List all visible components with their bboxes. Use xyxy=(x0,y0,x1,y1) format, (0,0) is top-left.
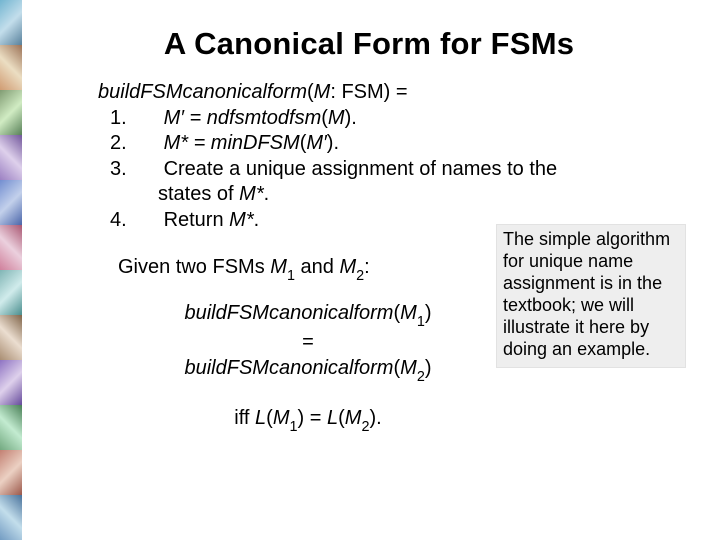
algorithm-step-3-cont: states of M*. xyxy=(158,182,518,208)
equality-rhs: buildFSMcanonicalform(M2) xyxy=(118,355,498,385)
slide-content: A Canonical Form for FSMs buildFSMcanoni… xyxy=(30,0,720,540)
algorithm-step-2: 2. M* = minDFSM(M′). xyxy=(134,131,700,157)
iff-statement: iff L(M1) = L(M2). xyxy=(118,407,498,433)
slide-title: A Canonical Form for FSMs xyxy=(38,26,700,62)
algorithm-signature: buildFSMcanonicalform(M: FSM) = xyxy=(98,80,700,106)
note-box: The simple algorithm for unique name ass… xyxy=(496,224,686,368)
equality-sign: = xyxy=(118,329,498,355)
equality-lhs: buildFSMcanonicalform(M1) xyxy=(118,300,498,330)
algorithm-step-3: 3. Create a unique assignment of names t… xyxy=(134,157,700,183)
decorative-left-strip xyxy=(0,0,22,540)
algorithm-step-1: 1. M′ = ndfsmtodfsm(M). xyxy=(134,106,700,132)
equality-block: buildFSMcanonicalform(M1) = buildFSMcano… xyxy=(118,300,498,385)
